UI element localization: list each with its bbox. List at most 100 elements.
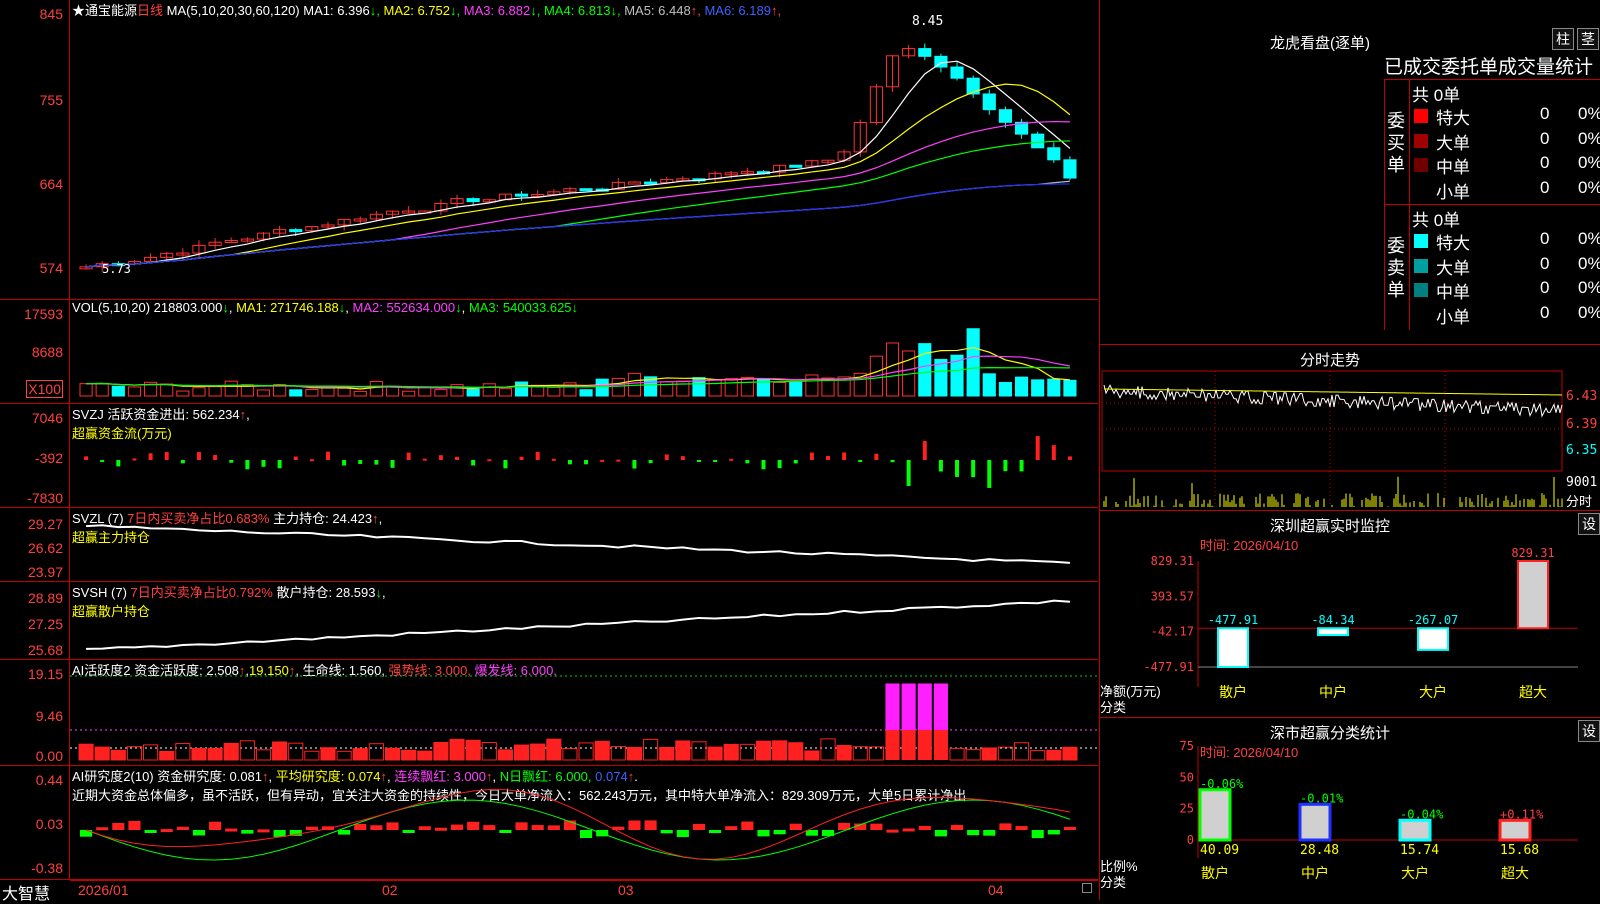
ma-line [86, 83, 1071, 268]
volume-panel[interactable]: VOL(5,10,20) 218803.000↓, MA1: 271746.18… [70, 300, 1098, 404]
activity-bar [497, 749, 513, 761]
stat-xlabel: 分类 [1100, 875, 1127, 890]
bar-mode-button[interactable]: 柱 [1552, 28, 1574, 50]
activity-bar [917, 730, 932, 760]
intraday-panel[interactable]: 分时走势 6.43 6.39 6.35 9001 分时 [1099, 345, 1600, 511]
activity-bar [852, 746, 868, 761]
volume-bar [192, 387, 206, 397]
volume-bar [111, 385, 125, 397]
activity-bar [143, 744, 159, 761]
svsh-panel[interactable]: SVSH (7) 7日内买卖净占比0.792% 散户持仓: 28.593↓, 超… [70, 582, 1098, 660]
activity-bar [643, 738, 659, 761]
flow-bar [696, 460, 701, 462]
xtick: 04 [988, 882, 1004, 898]
research-bar [999, 823, 1012, 830]
research-bar [805, 830, 818, 836]
ai2-panel[interactable]: AI研究度2(10) 资金研究度: 0.081↑, 平均研究度: 0.074↑,… [70, 766, 1098, 880]
ratio-bar [1298, 802, 1332, 842]
research-bar [450, 824, 464, 830]
activity-bar [949, 747, 965, 761]
volume-bar [611, 377, 625, 397]
value-label: 15.74 [1400, 843, 1439, 858]
flow-bar [648, 460, 653, 464]
buy-row: 小单 0 0% [1410, 178, 1600, 202]
row-pct: 0% [1578, 104, 1600, 123]
sell-section: 委卖单 共 0单 特大 0 0% 大单 0 0% 中单 0 0% 小单 0 0% [1384, 205, 1600, 330]
activity-bar [788, 742, 804, 761]
ytick: -392 [34, 450, 63, 466]
volume-bar [369, 380, 383, 397]
svzl-panel[interactable]: SVZL (7) 7日内买卖净占比0.683% 主力持仓: 24.423↑, 超… [70, 508, 1098, 582]
volume-bar [789, 381, 803, 397]
vol-unit-button[interactable]: X100 [26, 380, 63, 398]
flow-bar [519, 456, 524, 460]
candle [998, 109, 1012, 123]
research-bar [967, 830, 980, 836]
flow-bar [1019, 460, 1024, 472]
activity-bar [578, 742, 594, 761]
ytick: 845 [39, 6, 63, 22]
flow-bar [955, 460, 960, 477]
volume-bar [514, 381, 529, 397]
ytick: 7046 [31, 410, 63, 426]
flow-bar [971, 460, 976, 478]
buy-section: 委买单 共 0单 特大 0 0% 大单 0 0% 中单 0 0% 小单 0 0% [1384, 80, 1600, 205]
activity-bar [1030, 750, 1046, 761]
research-bar [515, 822, 528, 830]
change-label: +0.11% [1500, 807, 1544, 821]
volume-bar [482, 383, 496, 397]
ytick: 829.31 [1151, 554, 1194, 568]
svsh-axis: 28.89 27.25 25.68 [0, 582, 70, 660]
flow-bar [245, 460, 250, 470]
ytick: 393.57 [1151, 589, 1194, 603]
lock-icon[interactable] [1082, 883, 1092, 893]
row-pct: 0% [1578, 278, 1600, 297]
flow-bar [777, 460, 782, 469]
research-bar [354, 823, 367, 830]
candle [289, 229, 303, 233]
sell-row: 中单 0 0% [1410, 278, 1600, 302]
research-bar [483, 825, 496, 830]
ytick: 0.44 [35, 772, 63, 788]
price-panel[interactable]: ★通宝能源日线 MA(5,10,20,30,60,120) MA1: 6.396… [70, 0, 1098, 300]
category-label: 中户 [1319, 684, 1347, 701]
intraday-vol: 9001 [1566, 475, 1598, 490]
row-name: 小单 [1436, 307, 1470, 327]
flow-bar [438, 455, 443, 460]
research-bar [644, 820, 657, 830]
flow-bar [858, 460, 863, 463]
candle [1063, 159, 1077, 179]
activity-bar [1046, 749, 1062, 761]
volume-bar [402, 390, 416, 397]
row-count: 0 [1540, 253, 1550, 273]
volume-bar [579, 389, 593, 397]
flow-bar [293, 456, 298, 460]
activity-bar [610, 746, 626, 761]
research-bar [692, 823, 706, 830]
row-name: 中单 [1436, 158, 1470, 177]
sell-row: 特大 0 0% [1410, 229, 1600, 253]
ytick: 664 [39, 176, 63, 192]
ai1-panel[interactable]: AI活跃度2 资金活跃度: 2.508↑,19.150↑, 生命线: 1.560… [70, 660, 1098, 766]
activity-bar [336, 750, 352, 761]
volume-bar [498, 387, 512, 397]
activity-bar [449, 738, 465, 761]
volume-bar [805, 374, 819, 397]
activity-bar [965, 749, 981, 761]
activity-bar [659, 746, 675, 761]
research-bar [176, 826, 189, 830]
svzj-panel[interactable]: SVZJ 活跃资金进出: 562.234↑, 超赢资金流(万元) [70, 404, 1098, 508]
flow-bar [132, 458, 137, 461]
flow-bar [664, 454, 669, 460]
flow-bar [503, 460, 508, 469]
volume-bar [337, 387, 351, 397]
volume-bar [1063, 379, 1077, 397]
category-label: 散户 [1201, 865, 1229, 882]
research-bar [580, 830, 593, 839]
stem-mode-button[interactable]: 茎 [1577, 28, 1599, 50]
flow-bar [374, 460, 379, 465]
net-bar [1517, 560, 1549, 630]
volume-bar [885, 342, 900, 397]
volume-bar [982, 373, 996, 397]
flow-bar [358, 460, 363, 464]
